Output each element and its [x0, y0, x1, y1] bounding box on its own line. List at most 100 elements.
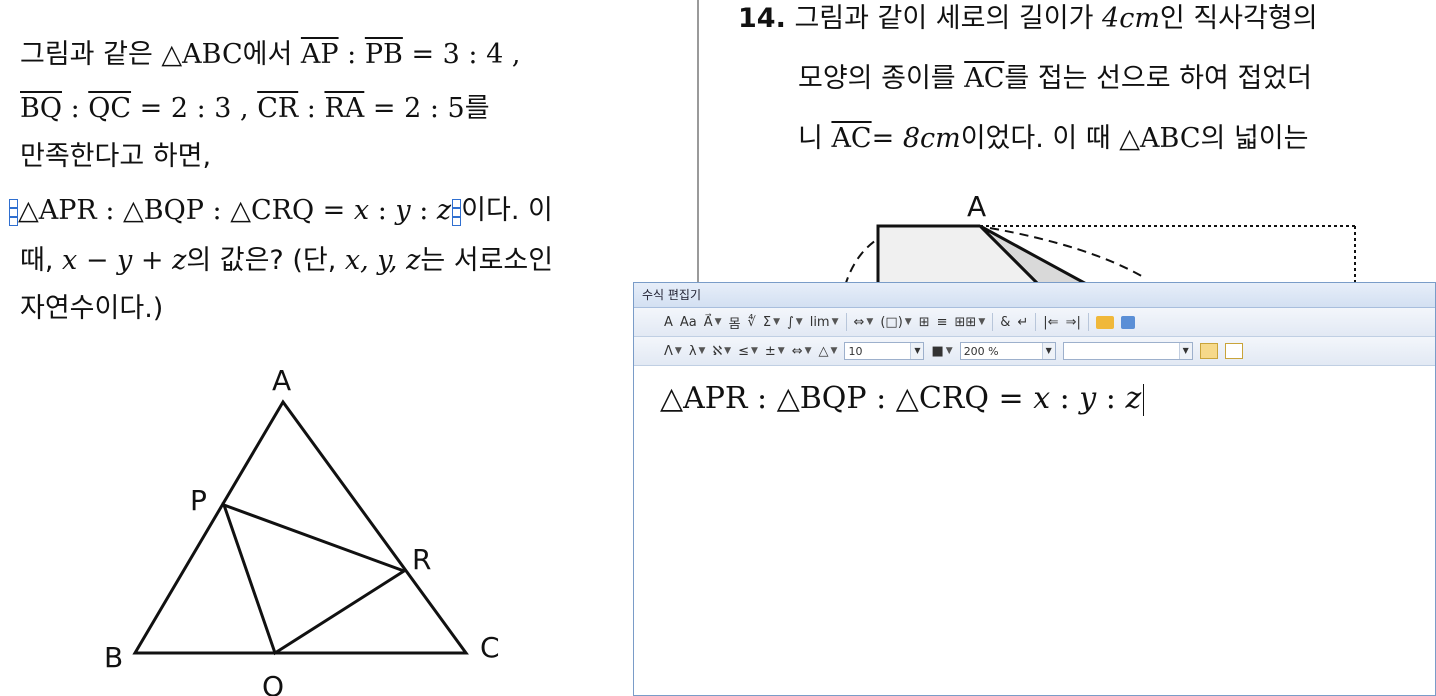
misc-symbol-button[interactable]: △ ▼: [819, 344, 838, 359]
greek-upper-button[interactable]: Λ ▼: [664, 344, 682, 359]
problem-line-5: 때, x − y + z의 값은? (단, x, y, z는 서로소인: [20, 244, 553, 278]
equation-input-area[interactable]: △APR : △BQP : △CRQ = x : y : z: [660, 381, 1145, 416]
color-button[interactable]: ■ ▼: [931, 344, 952, 359]
dropdown-arrow-icon: ▼: [830, 346, 838, 356]
dropdown-arrow-icon: ▼: [945, 346, 953, 356]
move-right-button[interactable]: ⇒|: [1066, 315, 1081, 330]
equation-editor-window[interactable]: 수식 편집기 A Aa A⃗ ▼ 몸 ∜ Σ ▼ ∫ ▼ lim ▼ ⇔ ▼ (□) ▼ ⊞…: [633, 282, 1436, 696]
text: 그림과 같은: [20, 39, 162, 70]
text: 때,: [20, 245, 63, 276]
font-select[interactable]: ▼: [1062, 342, 1193, 360]
dropdown-arrow-icon: ▼: [1041, 343, 1055, 359]
open-folder-icon[interactable]: [1095, 315, 1114, 329]
root-button[interactable]: ∜: [748, 315, 756, 330]
icon-label: ↵: [1017, 314, 1029, 330]
limit-button[interactable]: lim ▼: [810, 315, 839, 330]
dropdown-arrow-icon: ▼: [831, 317, 839, 327]
icon-label: Σ: [762, 314, 772, 330]
integral-button[interactable]: ∫ ▼: [787, 315, 803, 330]
arrow-button[interactable]: ⇔ ▼: [854, 315, 874, 330]
decoration-button[interactable]: A⃗ ▼: [704, 315, 722, 330]
dropdown-arrow-icon: ▼: [674, 346, 682, 356]
label-a: A: [967, 190, 986, 223]
colon: :: [410, 195, 437, 226]
segment-ap: AP: [300, 39, 339, 70]
colon: :: [298, 93, 325, 124]
text: 니: [798, 123, 832, 154]
dropdown-arrow-icon: ▼: [750, 346, 758, 356]
text: 를: [464, 93, 490, 124]
colon: :: [338, 39, 365, 70]
icon-label: |⇐: [1043, 314, 1059, 330]
icon-label: (□): [880, 314, 903, 330]
dropdown-arrow-icon: ▼: [866, 317, 874, 327]
editor-toolbar-2: Λ ▼ λ ▼ ℵ ▼ ≤ ▼ ± ▼ ⇔ ▼ △ ▼ 10 ▼ ■ ▼ 200 % ▼ ▼: [634, 337, 1435, 366]
sum-button[interactable]: Σ ▼: [763, 315, 780, 330]
ratio-equation[interactable]: △APR : △BQP : △CRQ =: [18, 195, 354, 226]
icon-label: A: [664, 314, 673, 330]
relation-button[interactable]: ≤ ▼: [738, 344, 758, 359]
icon-label: λ: [688, 343, 697, 359]
grid-button[interactable]: ⊞⊞ ▼: [955, 315, 986, 330]
matrix-button[interactable]: ⊞: [919, 315, 930, 330]
arrow-symbol-button[interactable]: ⇔ ▼: [792, 344, 812, 359]
object-selection-handle[interactable]: [9, 198, 18, 226]
format-toggle-icon[interactable]: [1199, 343, 1218, 359]
editor-toolbar-1: A Aa A⃗ ▼ 몸 ∜ Σ ▼ ∫ ▼ lim ▼ ⇔ ▼ (□) ▼ ⊞ ≡ ⊞⊞ ▼ …: [634, 308, 1435, 337]
icon-label: ⇔: [791, 343, 803, 359]
expression: x − y + z: [62, 245, 187, 276]
align-button[interactable]: ≡: [937, 315, 948, 330]
editor-titlebar[interactable]: 수식 편집기: [634, 283, 1435, 308]
dropdown-arrow-icon: ▼: [978, 317, 986, 327]
segment-qc: QC: [88, 93, 132, 124]
var-x: x: [353, 195, 370, 226]
icon-label: ≤: [738, 343, 749, 359]
fraction-button[interactable]: 몸: [729, 313, 741, 332]
icon-label: ⊞: [918, 314, 930, 330]
icon-label: ⇔: [853, 314, 865, 330]
problem-line-1: 그림과 같은 △ABC에서 AP : PB = 3 : 4 ,: [20, 38, 520, 72]
variables: x, y, z: [344, 245, 421, 276]
var-z: z: [1125, 381, 1142, 416]
layout-toggle-icon[interactable]: [1224, 343, 1243, 359]
dropdown-arrow-icon: ▼: [714, 317, 722, 327]
icon-label: A⃗: [703, 314, 713, 330]
zoom-select[interactable]: 200 % ▼: [959, 342, 1056, 360]
greek-lower-button[interactable]: λ ▼: [689, 344, 706, 359]
colon: :: [61, 93, 89, 124]
toolbar-separator: [1035, 313, 1037, 331]
segment-cr: CR: [257, 93, 299, 124]
ampersand-button[interactable]: &: [1000, 315, 1010, 330]
text: 를 접는 선으로 하여 접었더: [1004, 63, 1312, 94]
move-left-button[interactable]: |⇐: [1043, 315, 1058, 330]
bracket-button[interactable]: (□) ▼: [880, 315, 911, 330]
triangle-diagram: A P R B C Q: [104, 364, 500, 696]
font-style-button[interactable]: A: [664, 315, 673, 330]
text-style-button[interactable]: Aa: [680, 315, 697, 330]
segment-ra: RA: [324, 93, 365, 124]
triangle-abc: △ABC: [161, 39, 243, 70]
font-size-value: 10: [848, 345, 863, 358]
text: 의 값은? (단,: [186, 245, 345, 276]
hebrew-button[interactable]: ℵ ▼: [712, 344, 731, 359]
text: 이었다. 이 때: [960, 123, 1120, 154]
text: 모양의 종이를: [798, 63, 965, 94]
operator-button[interactable]: ± ▼: [765, 344, 785, 359]
toolbar-separator: [1087, 313, 1089, 331]
zoom-value: 200 %: [963, 345, 999, 358]
editor-title: 수식 편집기: [642, 288, 702, 302]
icon-label: Λ: [664, 343, 673, 359]
dropdown-arrow-icon: ▼: [698, 346, 706, 356]
newline-button[interactable]: ↵: [1017, 315, 1028, 330]
var-y: y: [1079, 381, 1097, 416]
colon: :: [1096, 381, 1126, 416]
object-selection-handle[interactable]: [452, 198, 462, 226]
font-size-select[interactable]: 10 ▼: [844, 342, 925, 360]
dropdown-arrow-icon: ▼: [773, 317, 780, 327]
save-icon[interactable]: [1120, 315, 1135, 329]
colon: :: [1050, 381, 1080, 416]
label-c: C: [480, 631, 500, 664]
problem-line-6: 자연수이다.): [20, 293, 164, 324]
icon-label: △: [818, 343, 829, 359]
problem-line-4[interactable]: △APR : △BQP : △CRQ = x : y : z 이다. 이: [8, 194, 553, 228]
